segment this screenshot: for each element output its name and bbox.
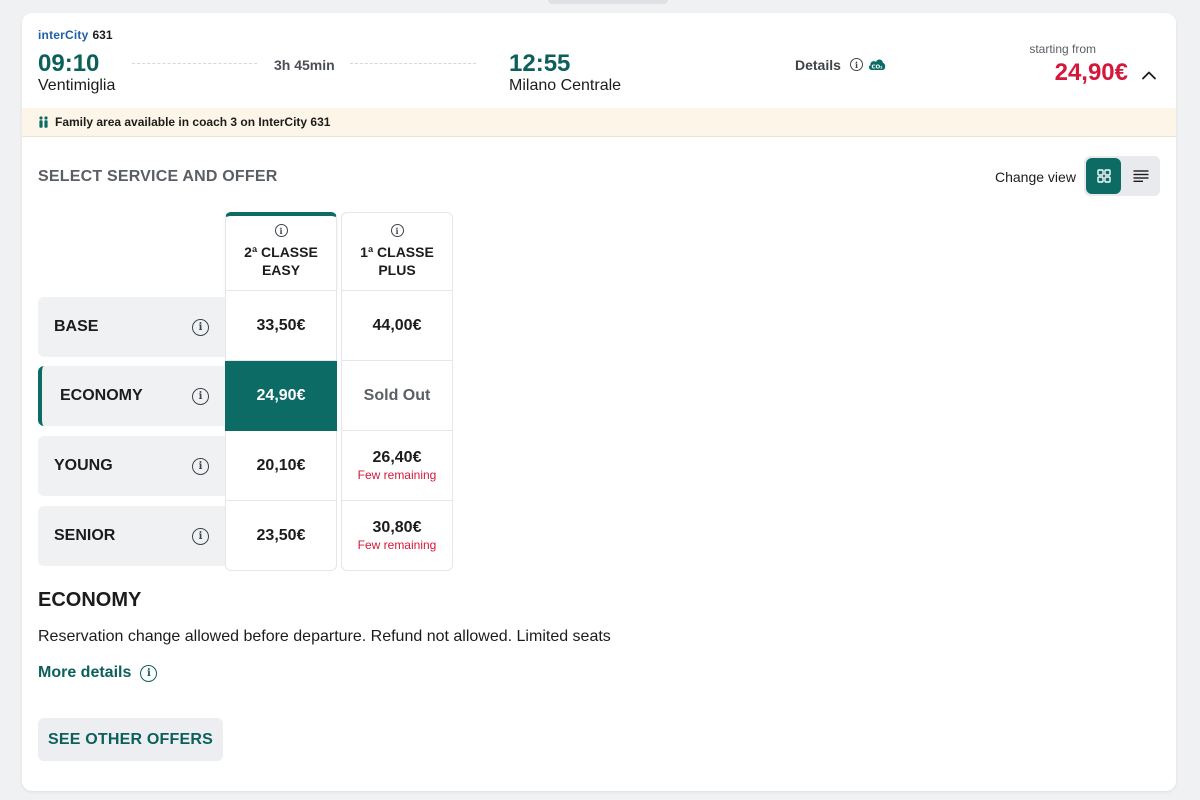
price-cell-base-2-easy[interactable]: 33,50€ bbox=[225, 291, 337, 361]
info-icon[interactable]: i bbox=[274, 224, 288, 237]
starting-from-label: starting from bbox=[1029, 42, 1096, 56]
see-other-offers-button[interactable]: SEE OTHER OFFERS bbox=[38, 718, 223, 761]
family-icon bbox=[38, 116, 49, 128]
offer-row-base[interactable]: BASE i bbox=[38, 297, 225, 357]
info-icon[interactable]: i bbox=[140, 664, 158, 682]
price-cell-senior-2-easy[interactable]: 23,50€ bbox=[225, 501, 337, 571]
price-value: 24,90€ bbox=[256, 386, 306, 404]
price-value: 44,00€ bbox=[372, 316, 422, 334]
top-handle bbox=[548, 0, 668, 4]
selected-offer-title: ECONOMY bbox=[38, 589, 142, 611]
departure-time: 09:10 bbox=[38, 50, 100, 77]
train-brand: interCity 631 bbox=[38, 28, 113, 42]
arrival-station: Milano Centrale bbox=[509, 77, 622, 94]
info-icon[interactable]: i bbox=[192, 318, 209, 336]
class-header-2-easy[interactable]: i 2ª CLASSE EASY bbox=[225, 212, 337, 291]
class-title-line2: PLUS bbox=[378, 262, 416, 278]
co2-cloud-icon[interactable]: CO₂ bbox=[867, 56, 887, 77]
offer-row-senior[interactable]: SENIOR i bbox=[38, 506, 225, 566]
info-icon[interactable]: i bbox=[192, 527, 209, 545]
price-cell-senior-1-plus[interactable]: 30,80€ Few remaining bbox=[341, 501, 453, 571]
family-notice-text: Family area available in coach 3 on Inte… bbox=[55, 115, 331, 129]
info-icon[interactable]: i bbox=[850, 58, 863, 71]
sold-out-label: Sold Out bbox=[363, 386, 431, 404]
chevron-up-icon[interactable] bbox=[1141, 67, 1157, 85]
offer-row-young[interactable]: YOUNG i bbox=[38, 436, 225, 496]
route-line-right bbox=[350, 63, 476, 64]
price-cell-base-1-plus[interactable]: 44,00€ bbox=[341, 291, 453, 361]
list-icon bbox=[1133, 170, 1149, 182]
train-number: 631 bbox=[92, 28, 113, 42]
offer-name: ECONOMY bbox=[60, 387, 143, 404]
family-area-notice: Family area available in coach 3 on Inte… bbox=[22, 108, 1176, 137]
more-details-link[interactable]: More details i bbox=[38, 664, 158, 682]
offer-name: SENIOR bbox=[54, 527, 116, 544]
grid-view-button[interactable] bbox=[1086, 158, 1121, 194]
price-value: 26,40€ bbox=[372, 449, 422, 466]
info-icon[interactable]: i bbox=[192, 387, 209, 405]
starting-price: 24,90€ bbox=[1054, 59, 1128, 86]
price-value: 33,50€ bbox=[256, 316, 306, 334]
list-view-button[interactable] bbox=[1124, 158, 1158, 194]
offer-name: YOUNG bbox=[54, 457, 113, 474]
class-title-line1: 2ª CLASSE bbox=[244, 244, 318, 260]
departure-station: Ventimiglia bbox=[38, 77, 116, 94]
info-icon[interactable]: i bbox=[390, 224, 404, 237]
train-solution-card: interCity 631 09:10 Ventimiglia 3h 45min… bbox=[22, 13, 1176, 791]
route-line-left bbox=[132, 63, 257, 64]
price-cell-economy-2-easy[interactable]: 24,90€ bbox=[225, 361, 337, 431]
view-toggle bbox=[1084, 156, 1160, 196]
svg-text:CO₂: CO₂ bbox=[871, 65, 883, 71]
section-title: SELECT SERVICE AND OFFER bbox=[38, 168, 278, 185]
change-view-label: Change view bbox=[995, 169, 1076, 185]
availability-note: Few remaining bbox=[357, 538, 437, 552]
offer-name: BASE bbox=[54, 318, 99, 335]
price-value: 23,50€ bbox=[256, 526, 306, 544]
offer-row-economy[interactable]: ECONOMY i bbox=[38, 366, 225, 426]
more-details-label: More details bbox=[38, 664, 132, 681]
class-title-line1: 1ª CLASSE bbox=[360, 244, 434, 260]
price-cell-young-1-plus[interactable]: 26,40€ Few remaining bbox=[341, 431, 453, 501]
selected-offer-description: Reservation change allowed before depart… bbox=[38, 628, 611, 645]
trip-duration: 3h 45min bbox=[274, 57, 335, 73]
intercity-logo: interCity bbox=[38, 28, 89, 42]
class-title-line2: EASY bbox=[261, 262, 301, 278]
grid-icon bbox=[1096, 169, 1111, 183]
price-value: 30,80€ bbox=[372, 519, 422, 536]
price-cell-young-2-easy[interactable]: 20,10€ bbox=[225, 431, 337, 501]
class-header-1-plus[interactable]: i 1ª CLASSE PLUS bbox=[341, 212, 453, 291]
details-link[interactable]: Details bbox=[795, 57, 841, 73]
arrival-time: 12:55 bbox=[509, 50, 571, 77]
price-cell-economy-1-plus: Sold Out bbox=[341, 361, 453, 431]
price-value: 20,10€ bbox=[256, 456, 306, 474]
availability-note: Few remaining bbox=[357, 468, 437, 482]
info-icon[interactable]: i bbox=[192, 457, 209, 475]
